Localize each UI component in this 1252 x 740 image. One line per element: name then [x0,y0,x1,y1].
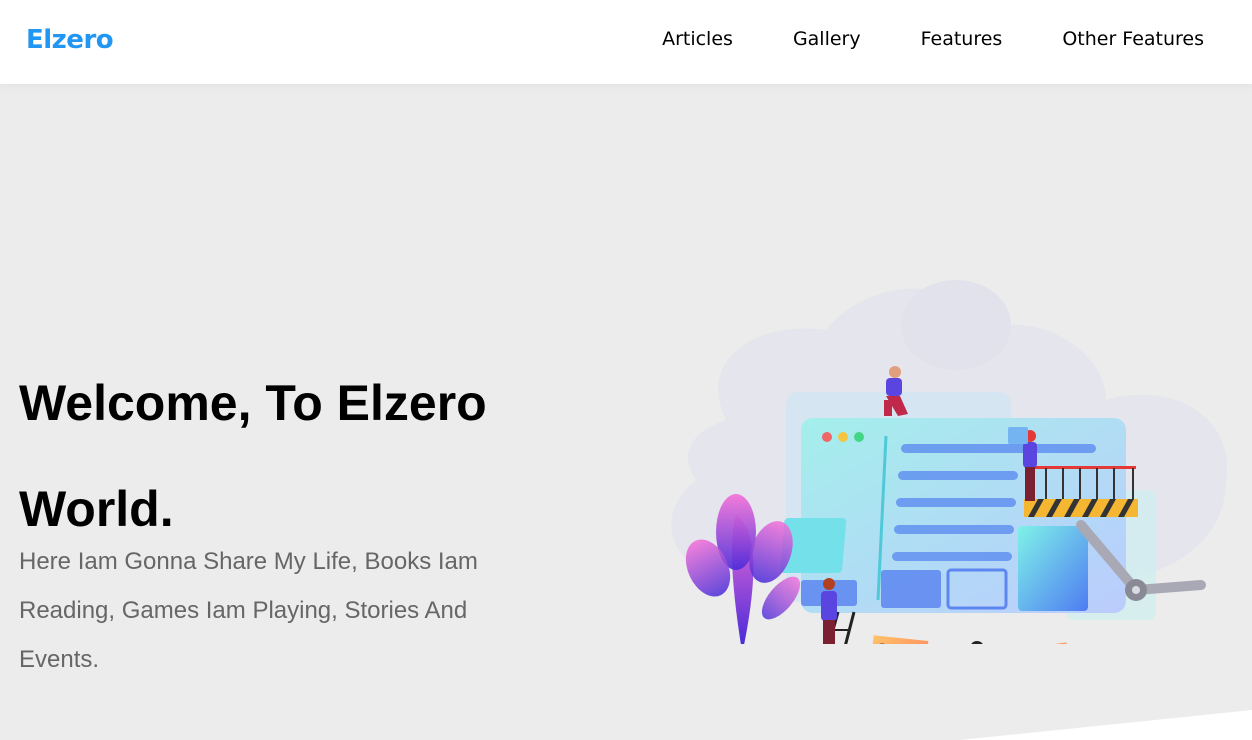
main-nav: Articles Gallery Features Other Features [632,0,1252,84]
nav-link-gallery[interactable]: Gallery [763,0,891,84]
landing-description: Here Iam Gonna Share My Life, Books Iam … [19,548,478,673]
bottom-shape-divider [960,710,1252,740]
landing-title: Welcome, To Elzero World. [19,375,487,537]
header: Elzero Articles Gallery Features Other F… [0,0,1252,84]
nav-link-other-features[interactable]: Other Features [1032,0,1252,84]
web-development-illustration [671,280,1228,644]
nav-link-articles[interactable]: Articles [632,0,763,84]
logo[interactable]: Elzero [26,22,114,58]
nav-link-features[interactable]: Features [891,0,1033,84]
